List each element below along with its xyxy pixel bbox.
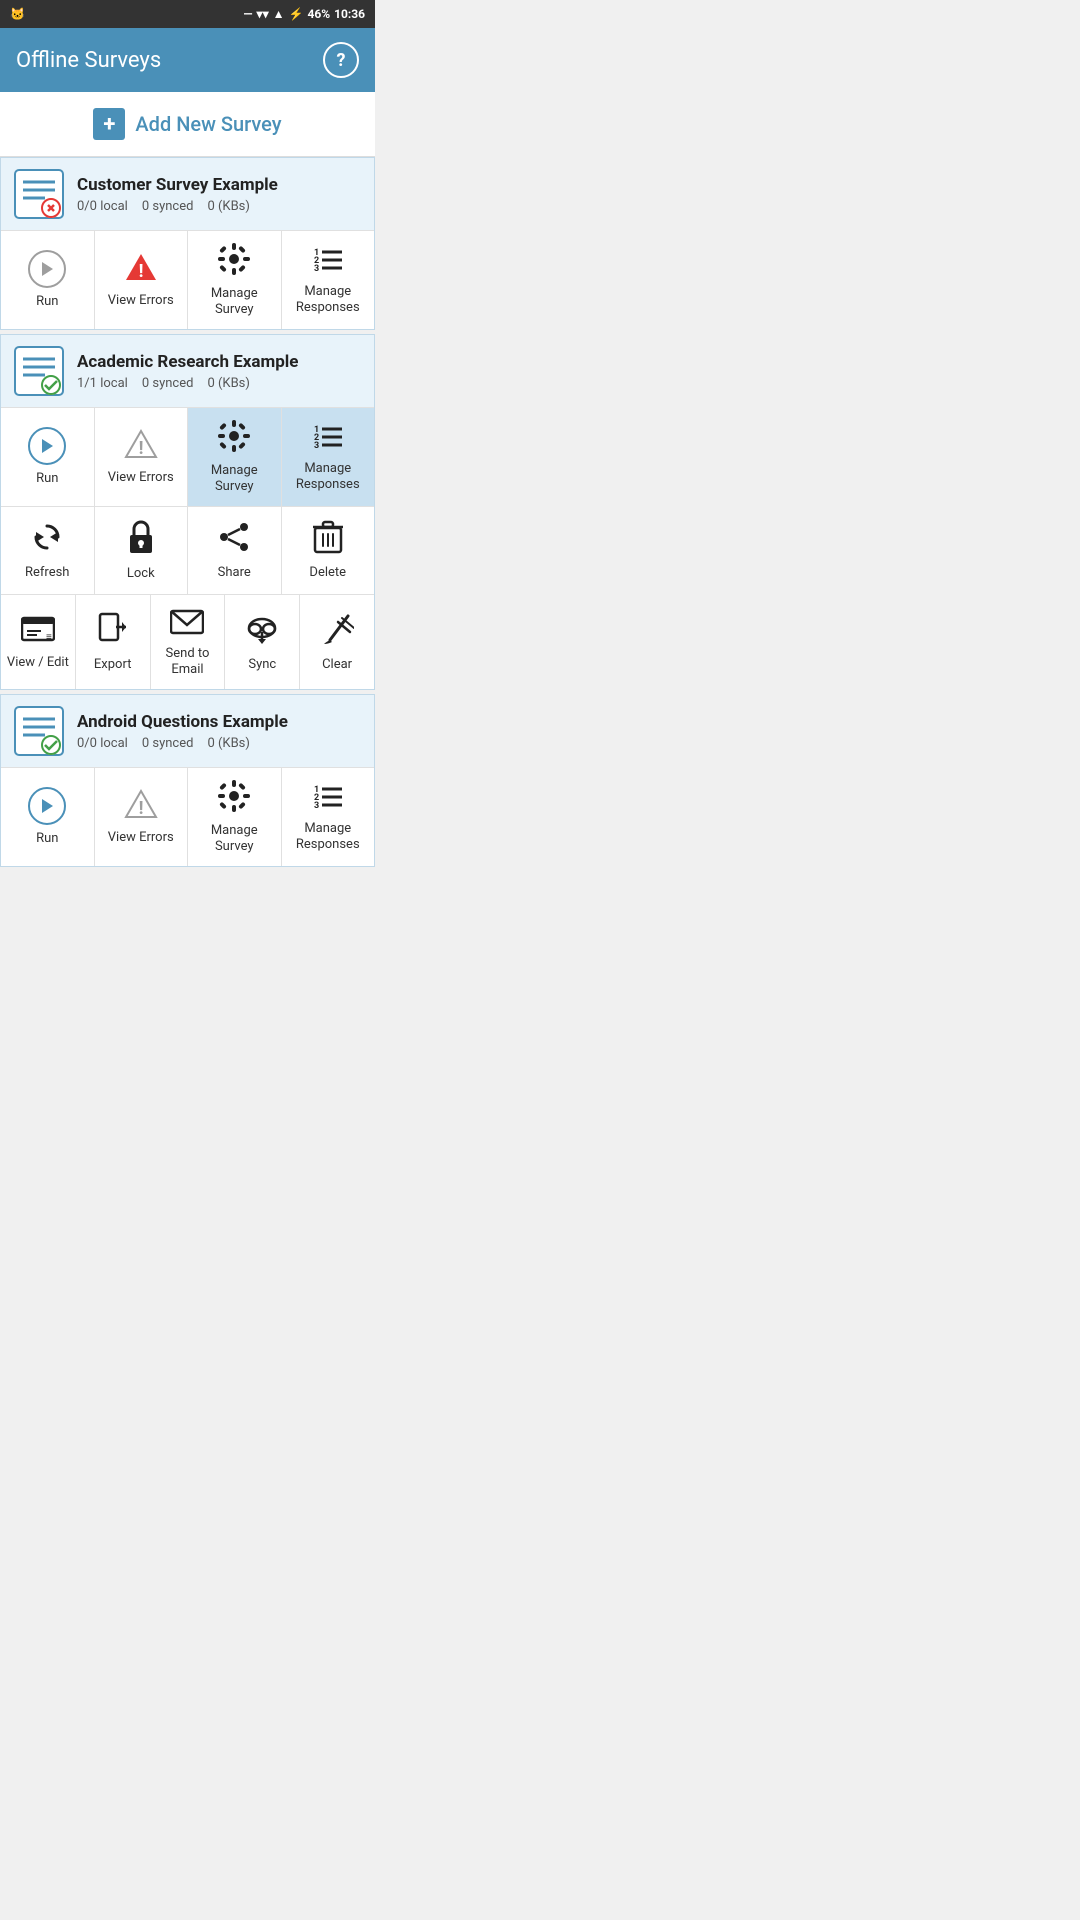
- lock-button[interactable]: Lock: [95, 507, 189, 594]
- manage-survey-button-academic[interactable]: Manage Survey: [188, 408, 282, 506]
- survey-actions-academic-top: Run ! View Errors: [1, 407, 374, 506]
- sync-label: Sync: [248, 657, 276, 673]
- survey-header-academic: Academic Research Example 1/1 local 0 sy…: [1, 335, 374, 407]
- survey-card-customer: Customer Survey Example 0/0 local 0 sync…: [0, 157, 375, 330]
- manage-responses-button-android[interactable]: 1 2 3 Manage Responses: [282, 768, 375, 866]
- survey-stats-academic: 1/1 local 0 synced 0 (KBs): [77, 376, 362, 391]
- manage-survey-label-android: Manage Survey: [192, 823, 277, 854]
- view-edit-label: View / Edit: [7, 655, 69, 671]
- sync-button[interactable]: Sync: [225, 595, 300, 689]
- survey-info-academic: Academic Research Example 1/1 local 0 sy…: [77, 352, 362, 391]
- svg-text:3: 3: [314, 264, 319, 273]
- survey-title-android: Android Questions Example: [77, 712, 362, 732]
- clear-label: Clear: [322, 657, 352, 673]
- manage-responses-button-academic[interactable]: 1 2 3 Manage Responses: [282, 408, 375, 506]
- view-errors-label-academic: View Errors: [108, 470, 174, 486]
- status-bar: 🐱 — ▾▾ ▲ ⚡ 46% 10:36: [0, 0, 375, 28]
- share-button[interactable]: Share: [188, 507, 282, 594]
- run-label-android: Run: [36, 831, 58, 847]
- manage-responses-label-android: Manage Responses: [286, 821, 371, 852]
- add-survey-button[interactable]: + Add New Survey: [0, 92, 375, 157]
- survey-info-android: Android Questions Example 0/0 local 0 sy…: [77, 712, 362, 751]
- app-title: Offline Surveys: [16, 48, 161, 73]
- wifi-icon: ▾▾: [257, 7, 269, 21]
- survey-actions-android: Run ! View Errors: [1, 767, 374, 866]
- stat-size-android: 0 (KBs): [207, 736, 249, 751]
- status-minus: —: [243, 7, 252, 21]
- stat-size: 0 (KBs): [207, 199, 249, 214]
- view-edit-button[interactable]: ≡ View / Edit: [1, 595, 76, 689]
- signal-icon: ▲: [273, 7, 285, 21]
- app-system-icon: 🐱: [10, 7, 25, 21]
- svg-text:!: !: [138, 438, 143, 459]
- battery-percent: 46%: [307, 7, 330, 21]
- app-header: Offline Surveys ?: [0, 28, 375, 92]
- clock: 10:36: [334, 7, 365, 21]
- extra-actions-row2-academic: ≡ View / Edit Export Send t: [1, 594, 374, 689]
- plus-icon: +: [93, 108, 125, 140]
- refresh-button[interactable]: Refresh: [1, 507, 95, 594]
- survey-header-customer: Customer Survey Example 0/0 local 0 sync…: [1, 158, 374, 230]
- add-survey-label: Add New Survey: [135, 112, 281, 136]
- survey-stats-android: 0/0 local 0 synced 0 (KBs): [77, 736, 362, 751]
- export-button[interactable]: Export: [76, 595, 151, 689]
- survey-icon-academic: [13, 345, 65, 397]
- manage-survey-label-academic: Manage Survey: [192, 463, 277, 494]
- stat-synced-academic: 0 synced: [142, 376, 194, 391]
- survey-card-academic: Academic Research Example 1/1 local 0 sy…: [0, 334, 375, 690]
- help-icon: ?: [337, 50, 346, 71]
- view-errors-button-academic[interactable]: ! View Errors: [95, 408, 189, 506]
- stat-local: 0/0 local: [77, 199, 128, 214]
- svg-text:!: !: [138, 798, 143, 819]
- manage-responses-label-academic: Manage Responses: [286, 461, 371, 492]
- survey-title-academic: Academic Research Example: [77, 352, 362, 372]
- run-button-academic[interactable]: Run: [1, 408, 95, 506]
- help-button[interactable]: ?: [323, 42, 359, 78]
- battery-charging-icon: ⚡: [288, 7, 303, 21]
- survey-icon-android: [13, 705, 65, 757]
- svg-text:!: !: [138, 261, 143, 282]
- survey-stats-customer: 0/0 local 0 synced 0 (KBs): [77, 199, 362, 214]
- svg-text:3: 3: [314, 441, 319, 450]
- view-errors-button-android[interactable]: ! View Errors: [95, 768, 189, 866]
- refresh-label: Refresh: [25, 565, 69, 581]
- extra-actions-row1-academic: Refresh Lock: [1, 506, 374, 594]
- stat-synced-android: 0 synced: [142, 736, 194, 751]
- run-button-customer[interactable]: Run: [1, 231, 95, 329]
- lock-label: Lock: [127, 566, 155, 582]
- delete-button[interactable]: Delete: [282, 507, 375, 594]
- survey-card-android: Android Questions Example 0/0 local 0 sy…: [0, 694, 375, 867]
- survey-header-android: Android Questions Example 0/0 local 0 sy…: [1, 695, 374, 767]
- run-label-academic: Run: [36, 471, 58, 487]
- manage-responses-button-customer[interactable]: 1 2 3 Manage Responses: [282, 231, 375, 329]
- stat-local-android: 0/0 local: [77, 736, 128, 751]
- stat-synced: 0 synced: [142, 199, 194, 214]
- view-errors-label-android: View Errors: [108, 830, 174, 846]
- svg-text:≡: ≡: [46, 632, 52, 643]
- send-email-label: Send to Email: [155, 646, 221, 677]
- manage-responses-label: Manage Responses: [286, 284, 371, 315]
- survey-info-customer: Customer Survey Example 0/0 local 0 sync…: [77, 175, 362, 214]
- delete-label: Delete: [309, 565, 346, 581]
- run-label: Run: [36, 294, 58, 310]
- svg-text:3: 3: [314, 801, 319, 810]
- manage-survey-label: Manage Survey: [192, 286, 277, 317]
- stat-size-academic: 0 (KBs): [207, 376, 249, 391]
- run-button-android[interactable]: Run: [1, 768, 95, 866]
- survey-title-customer: Customer Survey Example: [77, 175, 362, 195]
- share-label: Share: [218, 565, 251, 581]
- survey-actions-customer: Run ! View Errors: [1, 230, 374, 329]
- view-errors-button-customer[interactable]: ! View Errors: [95, 231, 189, 329]
- send-email-button[interactable]: Send to Email: [151, 595, 226, 689]
- survey-icon-customer: [13, 168, 65, 220]
- clear-button[interactable]: Clear: [300, 595, 374, 689]
- manage-survey-button-android[interactable]: Manage Survey: [188, 768, 282, 866]
- stat-local-academic: 1/1 local: [77, 376, 128, 391]
- view-errors-label: View Errors: [108, 293, 174, 309]
- export-label: Export: [94, 657, 132, 673]
- manage-survey-button-customer[interactable]: Manage Survey: [188, 231, 282, 329]
